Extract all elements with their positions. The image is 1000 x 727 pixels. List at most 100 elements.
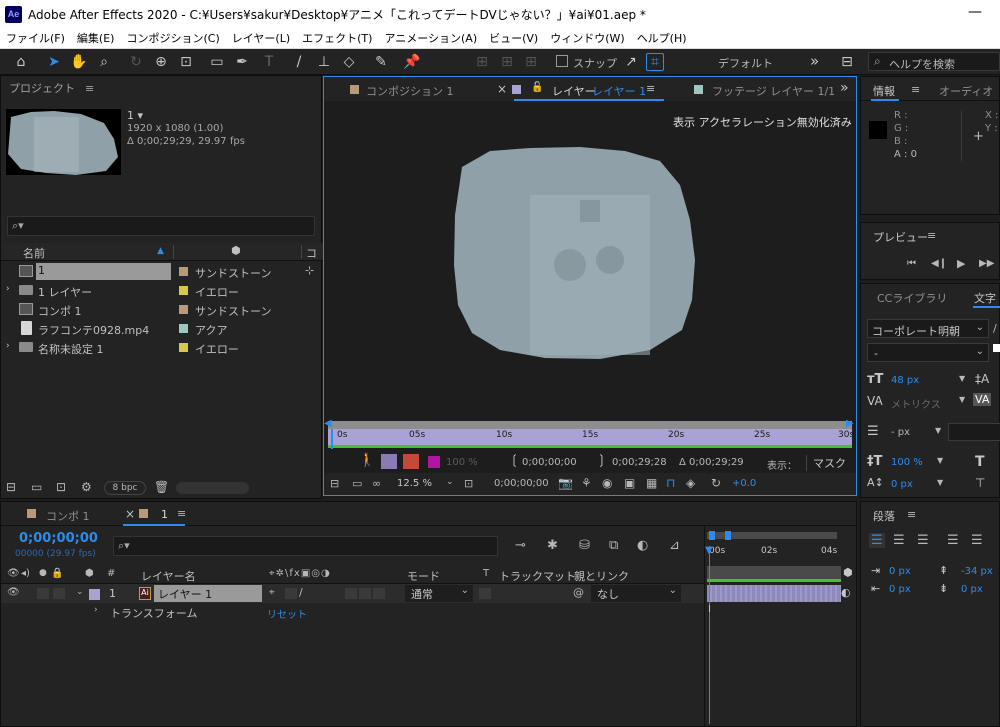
- playhead-handle-icon[interactable]: ▼: [705, 545, 713, 556]
- help-search-field[interactable]: ⌕ ヘルプを検索: [868, 52, 1000, 71]
- fit-icon[interactable]: ⊡: [464, 477, 473, 490]
- fill-color-swatch[interactable]: [993, 344, 1000, 352]
- viewer-menu-icon[interactable]: ≡: [646, 82, 655, 95]
- in-timecode[interactable]: 0;00;00;00: [522, 457, 577, 468]
- label-swatch[interactable]: [179, 343, 188, 352]
- menu-help[interactable]: ヘルプ(H): [637, 30, 687, 46]
- bpc-button[interactable]: 8 bpc: [104, 481, 146, 495]
- workspace-more-icon[interactable]: »: [810, 52, 819, 70]
- label-swatch[interactable]: [179, 305, 188, 314]
- alpha-icon[interactable]: ▣: [624, 476, 635, 490]
- eyedropper-icon[interactable]: /: [993, 322, 997, 335]
- exposure-value[interactable]: +0.0: [732, 478, 756, 489]
- audio-icon[interactable]: ◂): [21, 568, 30, 579]
- font-family-select[interactable]: コーポレート明朝 ⌄: [867, 319, 989, 338]
- end-marker-icon[interactable]: ⬢: [843, 566, 853, 579]
- indent-left-value[interactable]: 0 px: [889, 566, 911, 577]
- space-before-value[interactable]: -34 px: [961, 566, 993, 577]
- reset-exposure-icon[interactable]: ↻: [711, 476, 721, 490]
- flowchart-icon[interactable]: ⊹: [305, 264, 314, 277]
- out-point-handle-icon[interactable]: ▶: [846, 418, 854, 429]
- project-item-2[interactable]: › 1 レイヤー イエロー: [1, 281, 319, 300]
- timeline-track-area[interactable]: 00s 02s 04s ▼ I: [704, 526, 841, 726]
- new-composition-icon[interactable]: ⊡: [56, 480, 66, 494]
- project-settings-icon[interactable]: ⚙: [81, 480, 92, 494]
- snap-option-icon[interactable]: ↗: [622, 53, 640, 71]
- lock-box[interactable]: [53, 588, 65, 599]
- align-right-icon[interactable]: ☰: [917, 533, 929, 548]
- snap-grid-icon[interactable]: ⌗: [646, 53, 664, 71]
- space-after-value[interactable]: 0 px: [961, 584, 983, 595]
- timeline-layer-row[interactable]: 👁 ⌄ 1 Ai レイヤー 1 ⌖ / 通常 ⌄ @ なし ⌄: [1, 584, 704, 603]
- out-point-icon[interactable]: ❳: [596, 453, 607, 468]
- zoom-tool-icon[interactable]: ⌕: [95, 53, 113, 71]
- out-timecode[interactable]: 0;00;29;28: [612, 457, 667, 468]
- thumb-comp-name[interactable]: 1 ▾: [127, 109, 143, 122]
- menu-window[interactable]: ウィンドウ(W): [550, 30, 624, 46]
- close-tab-icon[interactable]: ×: [125, 507, 135, 521]
- column-name[interactable]: 名前: [23, 245, 45, 261]
- chevron-down-icon[interactable]: ▼: [937, 478, 943, 487]
- chevron-down-icon[interactable]: ▼: [935, 426, 941, 435]
- video-eye-icon[interactable]: 👁: [7, 568, 20, 579]
- baseline-shift-value[interactable]: 0 px: [891, 479, 913, 490]
- indent-first-value[interactable]: 0 px: [889, 584, 911, 595]
- font-style-select[interactable]: - ⌄: [867, 343, 989, 362]
- justify-left-icon[interactable]: ☰: [947, 533, 959, 548]
- switches-icons[interactable]: ⌖✲\fx▣◎◑: [269, 568, 331, 579]
- play-icon[interactable]: ▶: [957, 257, 965, 270]
- label-tag-icon[interactable]: ⬢: [85, 568, 94, 579]
- puppet-tool-icon[interactable]: 📌: [403, 53, 421, 71]
- chevron-down-icon[interactable]: ⌄: [446, 477, 454, 487]
- tab-footage[interactable]: フッテージ レイヤー 1/1: [712, 83, 835, 99]
- tab-info[interactable]: 情報: [873, 83, 895, 99]
- tab-composition[interactable]: コンポジション 1: [366, 83, 454, 99]
- home-icon[interactable]: ⌂: [12, 53, 30, 71]
- hand-tool-icon[interactable]: ✋: [70, 53, 88, 71]
- expand-arrow-icon[interactable]: ›: [6, 284, 10, 294]
- quality-switch-icon[interactable]: /: [299, 586, 303, 599]
- motion-blur-icon[interactable]: ◐: [637, 538, 648, 553]
- rename-field[interactable]: 1: [36, 263, 171, 280]
- switch-box[interactable]: [359, 588, 371, 599]
- workspace-default[interactable]: デフォルト: [718, 55, 773, 71]
- mask-toggle-icon[interactable]: ∞: [372, 477, 381, 490]
- solo-icon[interactable]: ●: [39, 568, 47, 578]
- type-tool-icon[interactable]: T: [260, 53, 278, 71]
- frame-blending-icon[interactable]: ⧉: [609, 538, 618, 553]
- motion-icon[interactable]: [381, 454, 397, 469]
- project-item-3[interactable]: コンポ 1 サンドストーン: [1, 300, 319, 319]
- in-point-handle-icon[interactable]: ◀: [324, 418, 332, 429]
- clone-stamp-tool-icon[interactable]: ⊥: [315, 53, 333, 71]
- tab-layer-prefix[interactable]: レイヤー: [552, 83, 596, 99]
- draft-3d-icon[interactable]: ✱: [547, 538, 558, 553]
- column-parent[interactable]: 親とリンク: [574, 568, 629, 584]
- viewer-more-icon[interactable]: »: [840, 80, 849, 96]
- interpret-footage-icon[interactable]: ⊟: [6, 480, 16, 494]
- navigator-end-handle[interactable]: [725, 531, 731, 540]
- camera-snapshot-icon[interactable]: 📷: [558, 476, 573, 490]
- lock-icon[interactable]: 🔒: [51, 568, 63, 579]
- menu-file[interactable]: ファイル(F): [6, 30, 65, 46]
- project-scrollbar[interactable]: [176, 482, 249, 494]
- tab-audio[interactable]: オーディオ: [939, 83, 993, 99]
- preview-menu-icon[interactable]: ≡: [927, 229, 936, 242]
- project-item-5[interactable]: › 名称未設定 1 イエロー: [1, 338, 319, 357]
- pick-whip-icon[interactable]: @: [573, 586, 584, 599]
- color-swatch[interactable]: [428, 456, 440, 468]
- current-timecode[interactable]: 0;00;00;00: [494, 478, 549, 489]
- eraser-tool-icon[interactable]: ◇: [340, 53, 358, 71]
- viewer-playhead[interactable]: [331, 429, 333, 449]
- project-tab[interactable]: プロジェクト ≡: [1, 76, 321, 100]
- expand-arrow-icon[interactable]: ›: [6, 341, 10, 351]
- switch-box[interactable]: [285, 588, 297, 599]
- project-item-4[interactable]: ラフコンテ0928.mp4 アクア: [1, 319, 319, 338]
- pen-tool-icon[interactable]: ✒: [233, 53, 251, 71]
- navigator-start-handle[interactable]: [709, 531, 715, 540]
- chevron-down-icon[interactable]: ▼: [959, 374, 965, 383]
- comp-marker-icon[interactable]: ◐: [841, 586, 851, 599]
- motion-red-icon[interactable]: [403, 454, 419, 469]
- tab-layer-name[interactable]: レイヤー 1: [592, 83, 646, 99]
- timeline-tab-1[interactable]: 1: [161, 508, 168, 521]
- graph-editor-icon[interactable]: ⊿: [669, 538, 680, 553]
